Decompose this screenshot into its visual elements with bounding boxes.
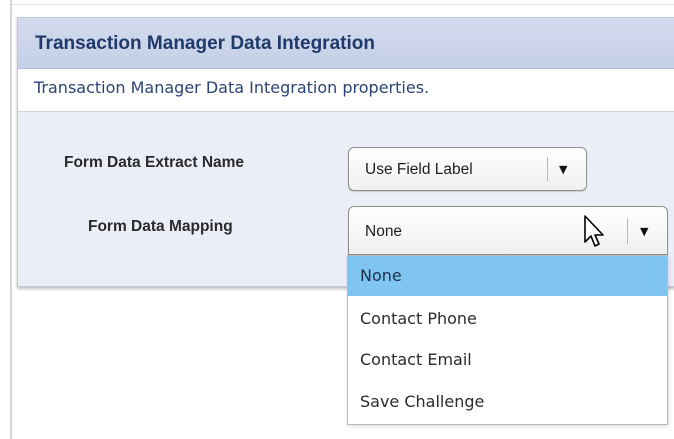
extract-name-select[interactable]: Use Field Label ▼: [348, 147, 587, 191]
mapping-dropdown-list: None Contact Phone Contact Email Save Ch…: [347, 255, 668, 425]
panel-header: Transaction Manager Data Integration: [18, 18, 674, 69]
select-divider: [547, 157, 548, 181]
mapping-value: None: [365, 223, 403, 240]
mapping-label: Form Data Mapping: [88, 218, 233, 235]
dropdown-option-none[interactable]: None: [348, 256, 667, 296]
select-divider: [627, 218, 628, 244]
dropdown-option-contact-email[interactable]: Contact Email: [348, 340, 667, 380]
dropdown-option-save-challenge[interactable]: Save Challenge: [348, 382, 667, 422]
extract-name-label: Form Data Extract Name: [64, 154, 245, 171]
chevron-down-icon: ▼: [559, 163, 568, 176]
panel-description: Transaction Manager Data Integration pro…: [34, 78, 430, 97]
panel-description-band: Transaction Manager Data Integration pro…: [18, 69, 674, 112]
panel-title: Transaction Manager Data Integration: [35, 33, 375, 54]
mouse-pointer-icon: [584, 215, 604, 247]
chevron-down-icon: ▼: [640, 225, 649, 238]
mapping-select[interactable]: None ▼: [348, 206, 668, 255]
left-divider: [10, 0, 12, 439]
top-divider: [12, 4, 674, 5]
extract-name-value: Use Field Label: [365, 161, 473, 178]
page: Transaction Manager Data Integration Tra…: [0, 0, 674, 439]
dropdown-option-contact-phone[interactable]: Contact Phone: [348, 299, 667, 339]
